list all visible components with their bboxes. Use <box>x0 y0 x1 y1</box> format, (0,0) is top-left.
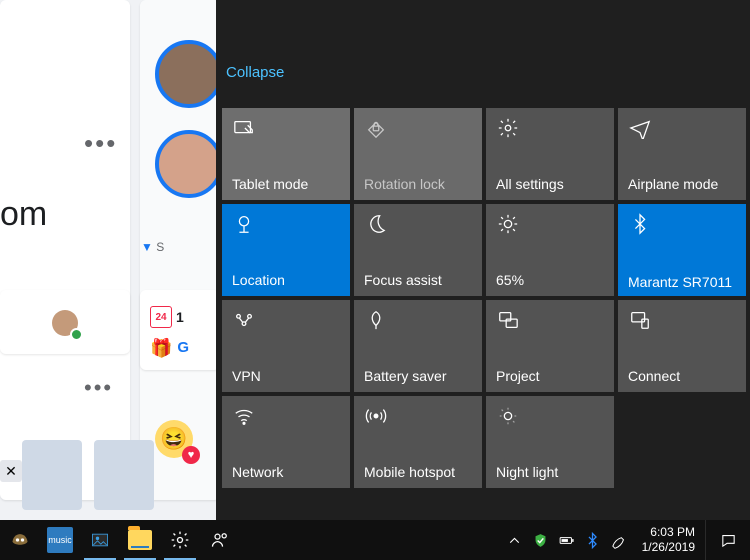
tile-label: Marantz SR7011 <box>628 274 738 290</box>
heart-reaction-icon[interactable]: ♥ <box>182 446 200 464</box>
collapse-link[interactable]: Collapse <box>226 64 284 81</box>
people-icon <box>210 530 230 550</box>
notifications-button[interactable] <box>705 520 750 560</box>
gear-icon <box>496 116 520 140</box>
tile-battery-saver[interactable]: Battery saver <box>354 300 482 392</box>
tile-focus-assist[interactable]: Focus assist <box>354 204 482 296</box>
tile-label: Mobile hotspot <box>364 464 474 480</box>
tile-vpn[interactable]: VPN <box>222 300 350 392</box>
menu-dots-icon[interactable]: ••• <box>84 128 117 159</box>
tile-mobile-hotspot[interactable]: Mobile hotspot <box>354 396 482 488</box>
tile-connect[interactable]: Connect <box>618 300 746 392</box>
tile-label: Airplane mode <box>628 176 738 192</box>
story-avatar-1[interactable] <box>155 40 223 108</box>
taskbar-app-music[interactable]: music <box>40 520 80 560</box>
taskbar-people[interactable] <box>200 520 240 560</box>
tray-pen-icon[interactable] <box>606 520 632 560</box>
menu-dots-icon-2[interactable]: ••• <box>84 375 113 401</box>
calendar-item[interactable]: 24 1 <box>150 306 184 328</box>
taskbar-app-photos[interactable] <box>80 520 120 560</box>
close-button[interactable]: ✕ <box>0 460 22 482</box>
location-icon <box>232 212 256 236</box>
moon-icon <box>364 212 388 236</box>
system-tray: 6:03 PM 1/26/2019 <box>502 520 750 560</box>
tray-shield-icon[interactable] <box>528 520 554 560</box>
tile-label: Rotation lock <box>364 176 474 192</box>
hotspot-icon <box>364 404 388 428</box>
gear-icon <box>170 530 190 550</box>
online-indicator-icon <box>70 328 83 341</box>
airplane-icon <box>628 116 652 140</box>
gimp-icon <box>10 530 30 550</box>
tile-network[interactable]: Network <box>222 396 350 488</box>
tile-rotation-lock: Rotation lock <box>354 108 482 200</box>
tile-project[interactable]: Project <box>486 300 614 392</box>
night-light-icon <box>496 404 520 428</box>
tile-label: Battery saver <box>364 368 474 384</box>
photos-icon <box>90 530 110 550</box>
notification-icon <box>720 532 737 549</box>
connect-icon <box>628 308 652 332</box>
clock-date: 1/26/2019 <box>642 540 695 555</box>
taskbar-app-explorer[interactable] <box>120 520 160 560</box>
bluetooth-icon <box>628 212 652 236</box>
taskbar-app-gimp[interactable] <box>0 520 40 560</box>
tablet-mode-icon <box>232 116 256 140</box>
vpn-icon <box>232 308 256 332</box>
tile-brightness[interactable]: 65% <box>486 204 614 296</box>
thumbnail-2[interactable] <box>94 440 154 510</box>
chevron-down-icon[interactable]: ▼ S <box>141 240 164 254</box>
tile-night-light[interactable]: Night light <box>486 396 614 488</box>
rotation-lock-icon <box>364 116 388 140</box>
wifi-icon <box>232 404 256 428</box>
tile-all-settings[interactable]: All settings <box>486 108 614 200</box>
tile-label: Focus assist <box>364 272 474 288</box>
bg-sidebar-card <box>0 0 130 500</box>
tile-tablet-mode[interactable]: Tablet mode <box>222 108 350 200</box>
tile-label: 65% <box>496 272 606 288</box>
tile-label: Project <box>496 368 606 384</box>
thumbnail-1[interactable] <box>22 440 82 510</box>
leaf-icon <box>364 308 388 332</box>
thumbnail-row <box>22 440 154 510</box>
tile-label: Connect <box>628 368 738 384</box>
action-center-panel: Collapse Tablet mode Rotation lock All s… <box>216 0 750 520</box>
quick-actions-grid: Tablet mode Rotation lock All settings A… <box>222 108 746 488</box>
taskbar-app-settings[interactable] <box>160 520 200 560</box>
tile-airplane-mode[interactable]: Airplane mode <box>618 108 746 200</box>
taskbar-clock[interactable]: 6:03 PM 1/26/2019 <box>632 525 705 555</box>
tile-label: Location <box>232 272 342 288</box>
tile-label: Network <box>232 464 342 480</box>
tile-label: VPN <box>232 368 342 384</box>
tray-battery-icon[interactable] <box>554 520 580 560</box>
story-avatar-2[interactable] <box>155 130 223 198</box>
gift-icon[interactable]: 🎁 G <box>150 338 189 359</box>
brightness-icon <box>496 212 520 236</box>
tile-location[interactable]: Location <box>222 204 350 296</box>
tile-label: Night light <box>496 464 606 480</box>
bg-text-om: om <box>0 195 47 234</box>
tile-bluetooth[interactable]: Marantz SR7011 <box>618 204 746 296</box>
tray-chevron-up[interactable] <box>502 520 528 560</box>
clock-time: 6:03 PM <box>642 525 695 540</box>
tray-bluetooth-icon[interactable] <box>580 520 606 560</box>
calendar-icon: 24 <box>150 306 172 328</box>
tile-label: Tablet mode <box>232 176 342 192</box>
taskbar: music 6:03 PM 1/26/2019 <box>0 520 750 560</box>
music-icon: music <box>47 527 73 553</box>
project-icon <box>496 308 520 332</box>
folder-icon <box>128 530 152 550</box>
tile-label: All settings <box>496 176 606 192</box>
